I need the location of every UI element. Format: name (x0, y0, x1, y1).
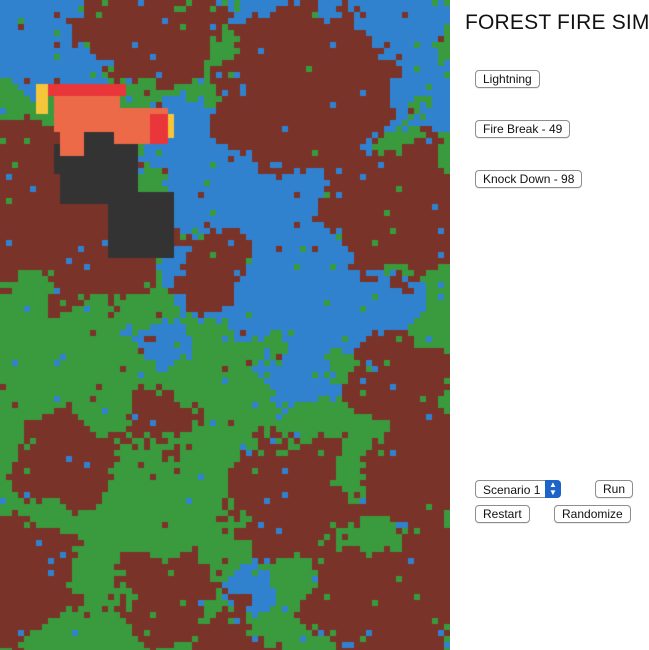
knock-down-button[interactable]: Knock Down - 98 (475, 170, 583, 188)
fire-simulation-map[interactable] (0, 0, 450, 650)
lightning-button[interactable]: Lightning (475, 70, 540, 88)
run-button[interactable]: Run (595, 480, 634, 498)
up-down-chevron-icon: ▲ ▼ (545, 480, 561, 498)
scenario-select-value: Scenario 1 (483, 483, 541, 497)
scenario-select[interactable]: Scenario 1 ▲ ▼ (475, 480, 561, 498)
page-title: FOREST FIRE SIM (465, 11, 649, 34)
restart-button[interactable]: Restart (475, 505, 530, 523)
randomize-button[interactable]: Randomize (554, 505, 631, 523)
fire-break-button[interactable]: Fire Break - 49 (475, 120, 571, 138)
